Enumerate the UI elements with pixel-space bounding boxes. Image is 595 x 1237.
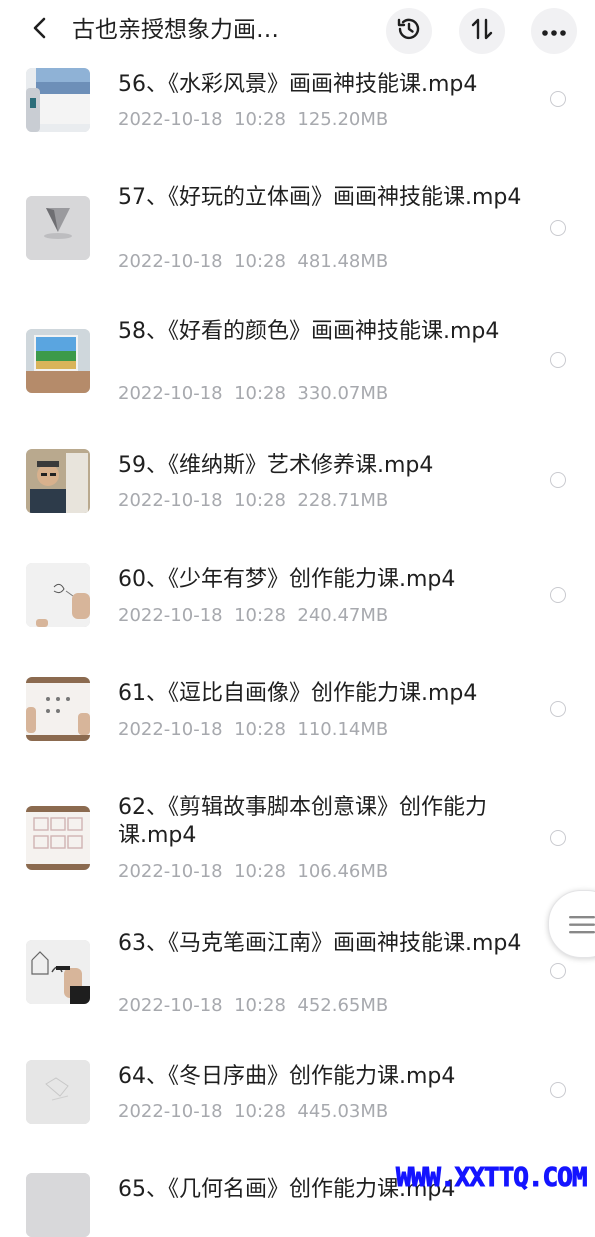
list-item[interactable]: 57、《好玩的立体画》画画神技能课.mp4 2022-10-18 10:28 4… [0,150,595,284]
watermark-text: WWW.XXTTQ.COM [396,1163,588,1194]
file-date: 2022-10-18 [118,490,223,511]
more-icon [541,22,567,41]
file-time: 10:28 [234,383,286,404]
file-time: 10:28 [234,861,286,882]
menu-icon [569,914,595,940]
file-size: 481.48MB [297,251,389,272]
video-thumbnail [26,196,90,260]
video-thumbnail [26,806,90,870]
file-name: 63、《马克笔画江南》画画神技能课.mp4 [118,931,522,956]
list-item[interactable]: 59、《维纳斯》艺术修养课.mp4 2022-10-18 10:28 228.7… [0,434,595,552]
video-thumbnail [26,1173,90,1237]
file-size: 452.65MB [297,995,389,1016]
select-radio[interactable] [550,1082,566,1098]
file-date: 2022-10-18 [118,719,223,740]
select-radio[interactable] [550,587,566,603]
chevron-left-icon [30,16,50,44]
file-meta: 2022-10-18 10:28 228.71MB [118,489,388,513]
file-name: 56、《水彩风景》画画神技能课.mp4 [118,72,478,97]
file-size: 228.71MB [297,490,389,511]
history-button[interactable] [386,8,432,54]
file-meta: 2022-10-18 10:28 481.48MB [118,250,388,274]
file-time: 10:28 [234,605,286,626]
select-radio[interactable] [550,472,566,488]
file-name: 62、《剪辑故事脚本创意课》创作能力课.mp4 [118,795,487,848]
file-time: 10:28 [234,109,286,130]
file-size: 240.47MB [297,605,389,626]
list-item[interactable]: 58、《好看的颜色》画画神技能课.mp4 2022-10-18 10:28 33… [0,284,595,434]
list-item[interactable]: 64、《冬日序曲》创作能力课.mp4 2022-10-18 10:28 445.… [0,1054,595,1170]
file-time: 10:28 [234,995,286,1016]
back-button[interactable] [22,12,58,48]
file-date: 2022-10-18 [118,383,223,404]
file-date: 2022-10-18 [118,109,223,130]
file-name: 57、《好玩的立体画》画画神技能课.mp4 [118,185,522,210]
file-meta: 2022-10-18 10:28 240.47MB [118,604,388,628]
file-name: 64、《冬日序曲》创作能力课.mp4 [118,1064,456,1089]
file-size: 106.46MB [297,861,389,882]
select-radio[interactable] [550,91,566,107]
list-item[interactable]: 60、《少年有梦》创作能力课.mp4 2022-10-18 10:28 240.… [0,552,595,668]
history-icon [395,15,423,47]
file-name: 60、《少年有梦》创作能力课.mp4 [118,567,456,592]
file-size: 330.07MB [297,383,389,404]
select-radio[interactable] [550,963,566,979]
sort-button[interactable] [459,8,505,54]
file-meta: 2022-10-18 10:28 445.03MB [118,1100,388,1124]
video-thumbnail [26,449,90,513]
file-date: 2022-10-18 [118,1101,223,1122]
page-title: 古也亲授想象力画… [72,17,279,43]
file-meta: 2022-10-18 10:28 125.20MB [118,108,388,132]
file-size: 110.14MB [297,719,389,740]
video-thumbnail [26,68,90,132]
video-thumbnail [26,940,90,1004]
file-time: 10:28 [234,251,286,272]
file-size: 125.20MB [297,109,389,130]
list-item[interactable]: 61、《逗比自画像》创作能力课.mp4 2022-10-18 10:28 110… [0,668,595,784]
select-radio[interactable] [550,830,566,846]
file-date: 2022-10-18 [118,995,223,1016]
file-meta: 2022-10-18 10:28 106.46MB [118,860,388,884]
select-radio[interactable] [550,701,566,717]
file-time: 10:28 [234,719,286,740]
video-thumbnail [26,563,90,627]
file-time: 10:28 [234,1101,286,1122]
top-bar: 古也亲授想象力画… [0,0,595,64]
video-thumbnail [26,677,90,741]
file-meta: 2022-10-18 10:28 110.14MB [118,718,388,742]
select-radio[interactable] [550,220,566,236]
file-size: 445.03MB [297,1101,389,1122]
file-meta: 2022-10-18 10:28 330.07MB [118,382,388,406]
file-date: 2022-10-18 [118,251,223,272]
file-name: 61、《逗比自画像》创作能力课.mp4 [118,681,478,706]
file-name: 58、《好看的颜色》画画神技能课.mp4 [118,319,500,344]
sort-icon [469,16,495,46]
file-name: 59、《维纳斯》艺术修养课.mp4 [118,453,434,478]
select-radio[interactable] [550,352,566,368]
video-thumbnail [26,329,90,393]
file-meta: 2022-10-18 10:28 452.65MB [118,994,388,1018]
list-item[interactable]: 62、《剪辑故事脚本创意课》创作能力课.mp4 2022-10-18 10:28… [0,784,595,930]
video-thumbnail [26,1060,90,1124]
list-item[interactable]: 63、《马克笔画江南》画画神技能课.mp4 2022-10-18 10:28 4… [0,930,595,1054]
file-date: 2022-10-18 [118,605,223,626]
more-button[interactable] [531,8,577,54]
file-date: 2022-10-18 [118,861,223,882]
file-time: 10:28 [234,490,286,511]
